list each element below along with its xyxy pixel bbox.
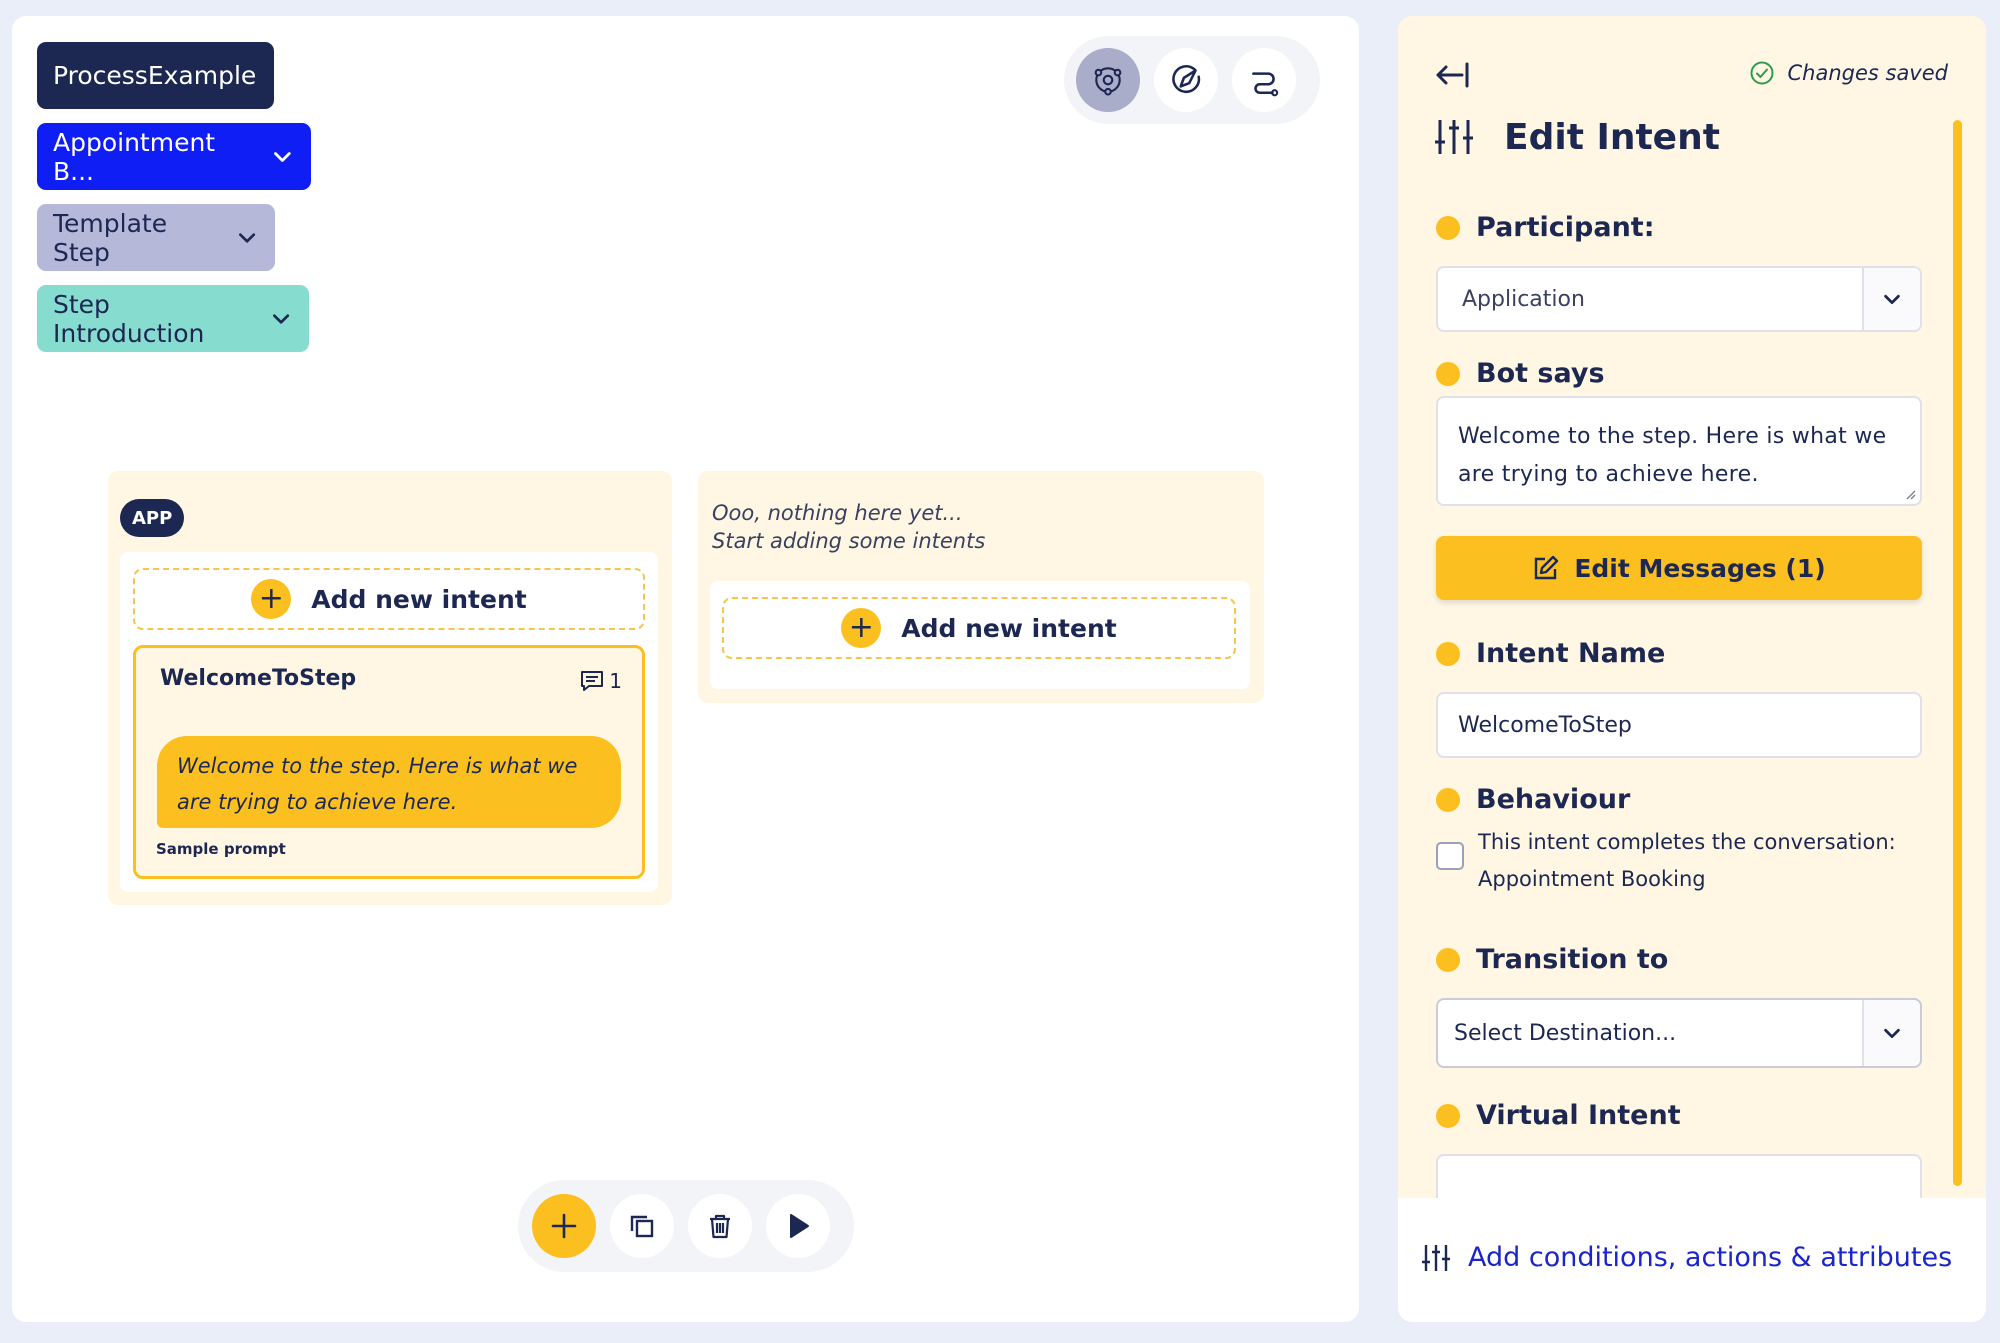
breadcrumb-process-label: ProcessExample (53, 61, 257, 90)
app-column: APP + Add new intent WelcomeToStep 1 Wel… (108, 471, 672, 905)
chevron-down-icon (1862, 268, 1920, 330)
intent-name-value: WelcomeToStep (1458, 712, 1632, 738)
plus-icon: + (251, 579, 292, 619)
participant-badge: APP (120, 499, 185, 537)
completes-conversation-checkbox[interactable] (1436, 842, 1464, 870)
edit-messages-label: Edit Messages (1) (1574, 553, 1826, 583)
breadcrumb-step-dropdown[interactable]: Step Introduction (37, 285, 309, 352)
duplicate-button[interactable] (610, 1194, 674, 1258)
transition-select[interactable]: Select Destination... (1436, 998, 1922, 1068)
sliders-icon (1422, 1244, 1450, 1271)
bot-says-value: Welcome to the step. Here is what we are… (1458, 424, 1887, 487)
breadcrumb-template-label: Template Step (53, 208, 168, 267)
plus-icon (551, 1213, 577, 1239)
breadcrumb-step-label: Step Introduction (53, 289, 205, 348)
required-dot (1436, 787, 1460, 812)
empty-column: Ooo, nothing here yet... Start adding so… (698, 471, 1264, 703)
bot-says-textarea[interactable]: Welcome to the step. Here is what we are… (1436, 396, 1922, 506)
bot-message-bubble: Welcome to the step. Here is what we are… (157, 736, 621, 828)
save-status-text: Changes saved (1787, 61, 1948, 85)
bottom-toolbar (518, 1180, 854, 1272)
empty-state-line2: Start adding some intents (712, 529, 986, 553)
participant-label: Participant: (1436, 212, 1655, 243)
required-dot (1436, 947, 1460, 972)
intent-card-title: WelcomeToStep (160, 666, 357, 691)
play-button[interactable] (766, 1194, 830, 1258)
network-view-icon (1094, 67, 1122, 96)
compass-icon (1172, 65, 1201, 93)
required-dot (1436, 1103, 1460, 1128)
panel-header: Edit Intent (1434, 116, 1720, 158)
chat-icon (581, 671, 604, 691)
breadcrumb-flow-label: Appointment B... (53, 127, 216, 186)
virtual-intent-label: Virtual Intent (1436, 1100, 1681, 1131)
add-button[interactable] (532, 1194, 596, 1258)
copy-icon (630, 1215, 654, 1238)
intent-name-label: Intent Name (1436, 638, 1665, 669)
chevron-down-icon (1862, 1000, 1920, 1066)
message-count-value: 1 (609, 669, 622, 693)
collapse-panel-icon[interactable] (1434, 60, 1470, 90)
edit-intent-panel: Changes saved Edit Intent Participant: A… (1398, 16, 1986, 1322)
view-toolbar (1064, 36, 1320, 124)
behaviour-label: Behaviour (1436, 784, 1630, 815)
panel-scrollbar[interactable] (1953, 120, 1962, 1186)
play-icon (790, 1214, 809, 1238)
behaviour-label-text: Behaviour (1476, 784, 1631, 815)
add-new-intent-button[interactable]: + Add new intent (722, 597, 1236, 659)
participant-label-text: Participant: (1476, 212, 1655, 243)
trash-icon (710, 1214, 730, 1239)
chevron-down-icon (238, 232, 255, 243)
compass-button[interactable] (1154, 48, 1218, 112)
participant-select-value: Application (1462, 286, 1585, 312)
required-dot (1436, 215, 1460, 240)
flow-canvas[interactable]: ProcessExample Appointment B... Template… (12, 16, 1359, 1322)
breadcrumb-process[interactable]: ProcessExample (37, 42, 275, 109)
sample-prompt-label: Sample prompt (156, 840, 286, 858)
breadcrumb-flow-dropdown[interactable]: Appointment B... (37, 123, 311, 190)
breadcrumb-template-dropdown[interactable]: Template Step (37, 204, 275, 271)
add-conditions-link[interactable]: Add conditions, actions & attributes (1422, 1242, 1952, 1273)
add-new-intent-button[interactable]: + Add new intent (133, 568, 645, 630)
edit-messages-button[interactable]: Edit Messages (1) (1436, 536, 1922, 600)
route-icon (1252, 72, 1279, 97)
delete-button[interactable] (688, 1194, 752, 1258)
plus-icon: + (841, 608, 882, 648)
completes-conversation-label: This intent completes the conversation: … (1478, 830, 1896, 891)
required-dot (1436, 641, 1460, 666)
intent-name-label-text: Intent Name (1476, 638, 1666, 669)
panel-title: Edit Intent (1504, 116, 1720, 158)
chevron-down-icon (274, 151, 291, 162)
transition-select-value: Select Destination... (1454, 1020, 1677, 1046)
bot-says-label: Bot says (1436, 358, 1605, 389)
intent-name-input[interactable]: WelcomeToStep (1436, 692, 1922, 758)
required-dot (1436, 361, 1460, 386)
bot-says-label-text: Bot says (1476, 358, 1605, 389)
add-new-intent-label: Add new intent (311, 584, 527, 614)
add-new-intent-label: Add new intent (901, 613, 1117, 643)
sliders-icon (1435, 120, 1473, 154)
intent-card[interactable]: WelcomeToStep 1 Welcome to the step. Her… (133, 645, 645, 879)
edit-icon (1535, 555, 1559, 580)
intent-list: + Add new intent WelcomeToStep 1 Welcome… (120, 552, 658, 892)
virtual-intent-label-text: Virtual Intent (1476, 1100, 1681, 1131)
resize-grip-icon[interactable] (1904, 488, 1916, 500)
empty-state-text: Ooo, nothing here yet... Start adding so… (712, 499, 985, 555)
message-count: 1 (579, 668, 622, 694)
save-status: Changes saved (1749, 60, 1948, 86)
add-conditions-label: Add conditions, actions & attributes (1468, 1242, 1953, 1273)
empty-state-line1: Ooo, nothing here yet... (712, 501, 963, 525)
participant-select[interactable]: Application (1436, 266, 1922, 332)
check-circle-icon (1750, 61, 1774, 85)
intent-list: + Add new intent (710, 581, 1250, 689)
panel-footer: Add conditions, actions & attributes (1398, 1198, 1986, 1322)
network-view-button[interactable] (1076, 48, 1140, 112)
transition-label: Transition to (1436, 944, 1668, 975)
transition-label-text: Transition to (1476, 944, 1669, 975)
chevron-down-icon (272, 313, 289, 324)
route-button[interactable] (1232, 48, 1296, 112)
